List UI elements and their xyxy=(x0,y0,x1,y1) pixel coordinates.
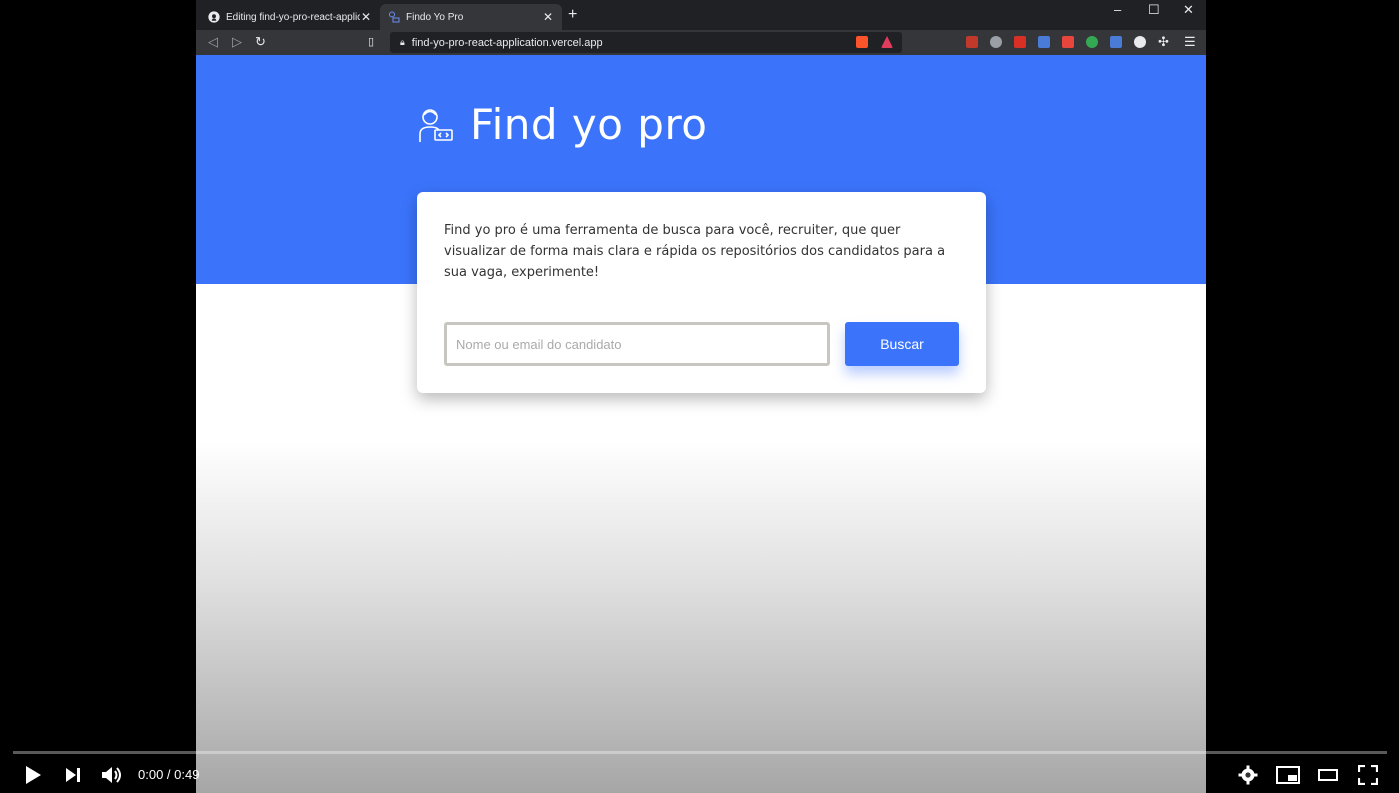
brave-shield-icon[interactable] xyxy=(856,36,868,48)
candidate-search-input[interactable] xyxy=(444,322,830,366)
video-frame: Editing find-yo-pro-react-applicati ✕ Fi… xyxy=(196,0,1206,793)
settings-icon[interactable] xyxy=(1237,764,1259,786)
brand-name: Find yo pro xyxy=(470,100,708,149)
url-text: find-yo-pro-react-application.vercel.app xyxy=(411,36,603,49)
time-display: 0:00 / 0:49 xyxy=(138,767,200,782)
extension-icon[interactable] xyxy=(1086,36,1098,48)
browser-tab-bar: Editing find-yo-pro-react-applicati ✕ Fi… xyxy=(196,0,1206,30)
site-favicon-icon xyxy=(388,11,400,23)
browser-toolbar: ◁ ▷ ↻ ▯ 🔒︎ find-yo-pro-react-application… xyxy=(196,30,1206,55)
close-icon[interactable]: ✕ xyxy=(542,10,554,24)
github-icon xyxy=(208,11,220,23)
tab-label: Findo Yo Pro xyxy=(406,11,464,23)
puzzle-icon[interactable]: ✣ xyxy=(1158,34,1169,50)
close-icon[interactable]: ✕ xyxy=(360,10,372,24)
tab-editing[interactable]: Editing find-yo-pro-react-applicati ✕ xyxy=(200,4,380,30)
play-icon[interactable] xyxy=(22,764,44,786)
tab-label: Editing find-yo-pro-react-applicati xyxy=(226,11,360,23)
pdf-extension-icon[interactable] xyxy=(966,36,978,48)
theater-mode-icon[interactable] xyxy=(1317,765,1339,785)
developer-logo-icon xyxy=(417,106,455,144)
translate-extension-icon[interactable] xyxy=(1038,36,1050,48)
address-bar[interactable]: 🔒︎ find-yo-pro-react-application.vercel.… xyxy=(390,32,902,53)
brand-header: Find yo pro xyxy=(417,100,708,149)
forward-icon[interactable]: ▷ xyxy=(232,34,242,50)
close-window-icon[interactable]: ✕ xyxy=(1183,2,1194,18)
maximize-icon[interactable]: ☐ xyxy=(1148,2,1160,18)
next-icon[interactable] xyxy=(62,765,84,785)
extension-icon[interactable] xyxy=(1062,36,1074,48)
lock-icon: 🔒︎ xyxy=(400,37,405,47)
search-card: Find yo pro é uma ferramenta de busca pa… xyxy=(417,192,986,393)
volume-icon[interactable] xyxy=(100,764,124,786)
tab-findo-yo-pro[interactable]: Findo Yo Pro ✕ xyxy=(380,4,562,30)
bookmark-icon[interactable]: ▯ xyxy=(368,35,374,48)
extension-icon[interactable] xyxy=(1110,36,1122,48)
description-text: Find yo pro é uma ferramenta de busca pa… xyxy=(444,223,946,280)
minimize-icon[interactable]: – xyxy=(1114,2,1121,17)
lastpass-extension-icon[interactable] xyxy=(1014,36,1026,48)
back-icon[interactable]: ◁ xyxy=(208,34,218,50)
drive-extension-icon[interactable] xyxy=(990,36,1002,48)
extension-icon[interactable] xyxy=(1134,36,1146,48)
reload-icon[interactable]: ↻ xyxy=(255,34,266,50)
menu-icon[interactable]: ☰ xyxy=(1184,34,1196,50)
fullscreen-icon[interactable] xyxy=(1357,764,1379,786)
miniplayer-icon[interactable] xyxy=(1276,765,1300,785)
new-tab-button[interactable]: + xyxy=(568,6,577,24)
progress-bar[interactable] xyxy=(13,751,1387,754)
search-button[interactable]: Buscar xyxy=(845,322,959,366)
video-player: Editing find-yo-pro-react-applicati ✕ Fi… xyxy=(0,0,1399,793)
